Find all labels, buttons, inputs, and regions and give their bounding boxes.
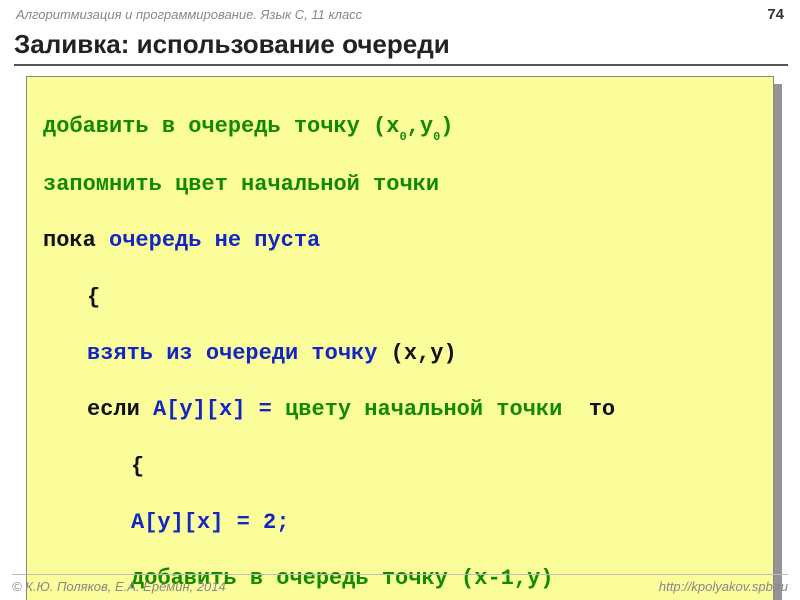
page-number: 74 xyxy=(767,6,784,23)
code-line: { xyxy=(87,284,761,312)
code-line: A[y][x] = 2; xyxy=(131,509,761,537)
slide-title: Заливка: использование очереди xyxy=(14,29,788,66)
header-bar: Алгоритмизация и программирование. Язык … xyxy=(12,6,788,27)
course-name: Алгоритмизация и программирование. Язык … xyxy=(16,7,362,22)
slide: Алгоритмизация и программирование. Язык … xyxy=(0,0,800,600)
code-line: если A[y][x] = цвету начальной точки то xyxy=(87,396,761,424)
code-line: взять из очереди точку (x,y) xyxy=(87,340,761,368)
code-line: запомнить цвет начальной точки xyxy=(43,171,761,199)
code-line: добавить в очередь точку (x0,y0) xyxy=(43,113,761,143)
code-container: добавить в очередь точку (x0,y0) запомни… xyxy=(26,76,774,600)
footer: © К.Ю. Поляков, Е.А. Ерёмин, 2014 http:/… xyxy=(12,574,788,594)
code-line: { xyxy=(131,453,761,481)
footer-url: http://kpolyakov.spb.ru xyxy=(659,579,788,594)
code-line: пока очередь не пуста xyxy=(43,227,761,255)
code-block: добавить в очередь точку (x0,y0) запомни… xyxy=(26,76,774,600)
copyright: © К.Ю. Поляков, Е.А. Ерёмин, 2014 xyxy=(12,579,226,594)
